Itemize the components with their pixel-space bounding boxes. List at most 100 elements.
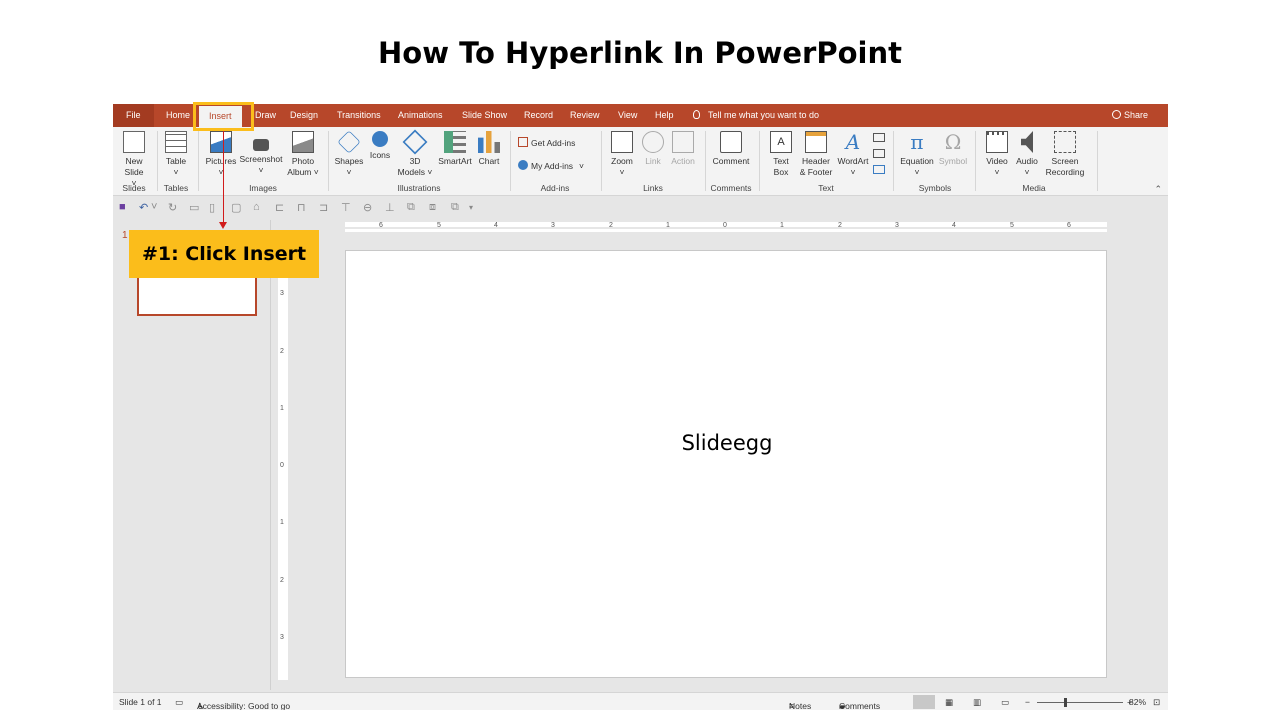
slide-count: Slide 1 of 1	[119, 697, 162, 707]
save-icon[interactable]: ■	[119, 201, 126, 213]
tab-draw[interactable]: Draw	[255, 104, 276, 127]
action-button[interactable]: Action	[668, 131, 698, 167]
lock-icon[interactable]: ⌂	[253, 201, 260, 213]
collapse-ribbon-icon[interactable]: ⌃	[1154, 184, 1162, 195]
share-button[interactable]: Share	[1111, 104, 1148, 127]
group-illustrations-label: Illustrations	[397, 183, 441, 193]
zoom-out-icon[interactable]: −	[1025, 697, 1030, 707]
reading-view-icon[interactable]: ▥	[973, 697, 981, 708]
slide-sorter-icon[interactable]: ▦	[945, 697, 953, 708]
3d-models-button[interactable]: 3D Models ˅	[396, 129, 434, 178]
customize-qat-icon[interactable]: ▾	[469, 203, 473, 212]
group-separator	[157, 131, 158, 191]
slide-show-icon[interactable]: ▭	[1001, 697, 1009, 708]
tab-help[interactable]: Help	[655, 104, 674, 127]
fit-to-window-icon[interactable]: ⊡	[1153, 697, 1160, 708]
start-presentation-icon[interactable]: ▭	[189, 201, 199, 214]
chart-button[interactable]: Chart	[476, 131, 502, 167]
icons-button[interactable]: Icons	[367, 131, 393, 161]
align-middle-icon[interactable]: ⊖	[363, 201, 372, 214]
accessibility-label: Accessibility: Good to go	[197, 701, 291, 710]
addins-icon	[518, 160, 528, 170]
tab-design[interactable]: Design	[290, 104, 318, 127]
comment-button[interactable]: Comment	[710, 131, 752, 167]
wordart-button[interactable]: A WordArt ˅	[835, 131, 871, 178]
get-addins-button[interactable]: Get Add-ins	[518, 137, 575, 148]
text-box-icon: A	[770, 131, 792, 153]
video-button[interactable]: Video ˅	[983, 131, 1011, 178]
object-icon[interactable]	[873, 165, 885, 174]
equation-label: Equation	[900, 156, 934, 166]
shapes-dropdown: ˅	[346, 167, 352, 177]
chevron-down-icon[interactable]: ˅	[151, 201, 157, 213]
group-separator	[198, 131, 199, 191]
zoom-slider-thumb[interactable]	[1064, 698, 1067, 707]
normal-view-icon[interactable]	[913, 695, 935, 709]
shapes-button[interactable]: Shapes ˅	[333, 130, 365, 178]
redo-icon[interactable]: ↻	[168, 201, 177, 214]
group-icon[interactable]: ⧉	[407, 201, 415, 214]
table-button[interactable]: Table ˅	[163, 131, 189, 178]
format-painter-icon[interactable]: ▢	[231, 201, 241, 214]
tab-file[interactable]: File	[113, 104, 154, 127]
group-separator	[328, 131, 329, 191]
ribbon-tab-strip: File Home Insert Draw Design Transitions…	[113, 104, 1168, 127]
ruler-label: 6	[1067, 222, 1071, 229]
ruler-label: 2	[280, 577, 284, 584]
audio-button[interactable]: Audio ˅	[1013, 131, 1041, 178]
spelling-check-icon[interactable]: ▭	[175, 697, 183, 708]
text-box-button[interactable]: A Text Box	[766, 131, 796, 178]
symbol-button[interactable]: Ω Symbol	[937, 131, 969, 167]
align-top-icon[interactable]: ⊤	[341, 201, 351, 214]
ungroup-icon[interactable]: ⧈	[429, 201, 436, 214]
tab-animations[interactable]: Animations	[398, 104, 443, 127]
icons-icon	[372, 131, 388, 147]
ruler-label: 1	[666, 222, 670, 229]
slide-number-icon[interactable]	[873, 149, 885, 158]
bring-forward-icon[interactable]: ⧉	[451, 201, 459, 214]
align-right-icon[interactable]: ⊐	[319, 201, 328, 214]
tab-transitions[interactable]: Transitions	[337, 104, 381, 127]
new-slide-button[interactable]: New Slide ˅	[121, 131, 147, 189]
ruler-label: 0	[723, 222, 727, 229]
tell-me-search[interactable]: Tell me what you want to do	[693, 104, 819, 127]
screen-recording-button[interactable]: Screen Recording	[1042, 131, 1088, 178]
tab-record[interactable]: Record	[524, 104, 553, 127]
align-center-icon[interactable]: ⊓	[297, 201, 306, 214]
smartart-button[interactable]: SmartArt	[435, 131, 475, 167]
link-button[interactable]: Link	[640, 131, 666, 167]
photo-album-label-2: Album ˅	[287, 167, 319, 177]
3d-models-label: 3D	[409, 156, 421, 166]
tab-slide-show[interactable]: Slide Show	[462, 104, 507, 127]
tab-home[interactable]: Home	[166, 104, 190, 127]
group-separator	[1097, 131, 1098, 191]
date-time-icon[interactable]	[873, 133, 885, 142]
pictures-button[interactable]: Pictures ˅	[204, 131, 238, 178]
align-bottom-icon[interactable]: ⊥	[385, 201, 395, 214]
undo-icon[interactable]: ↶	[139, 201, 148, 214]
tab-review[interactable]: Review	[570, 104, 600, 127]
equation-button[interactable]: π Equation ˅	[898, 131, 936, 178]
zoom-slider-track[interactable]	[1037, 702, 1123, 703]
my-addins-button[interactable]: My Add-ins ˅	[518, 160, 584, 171]
zoom-percent[interactable]: 82%	[1129, 697, 1146, 707]
group-slides-label: Slides	[122, 183, 146, 193]
align-left-icon[interactable]: ⊏	[275, 201, 284, 214]
slide-text-placeholder[interactable]: Slideegg	[346, 431, 1108, 455]
group-tables-label: Tables	[163, 183, 189, 193]
chart-icon	[478, 131, 500, 153]
photo-album-button[interactable]: Photo Album ˅	[284, 131, 322, 178]
slide-canvas[interactable]: Slideegg	[345, 250, 1107, 678]
wordart-label: WordArt	[837, 156, 869, 166]
tab-view[interactable]: View	[618, 104, 637, 127]
zoom-button[interactable]: Zoom ˅	[607, 131, 637, 178]
group-separator	[705, 131, 706, 191]
new-file-icon[interactable]: ▯	[209, 201, 215, 214]
table-dropdown: ˅	[173, 167, 179, 177]
video-dropdown: ˅	[994, 167, 1000, 177]
speaker-icon	[1021, 131, 1033, 153]
callout-arrow-head	[219, 222, 227, 229]
screenshot-button[interactable]: Screenshot ˅	[239, 131, 283, 176]
header-footer-button[interactable]: Header & Footer	[797, 131, 835, 178]
lightbulb-icon	[693, 110, 700, 119]
